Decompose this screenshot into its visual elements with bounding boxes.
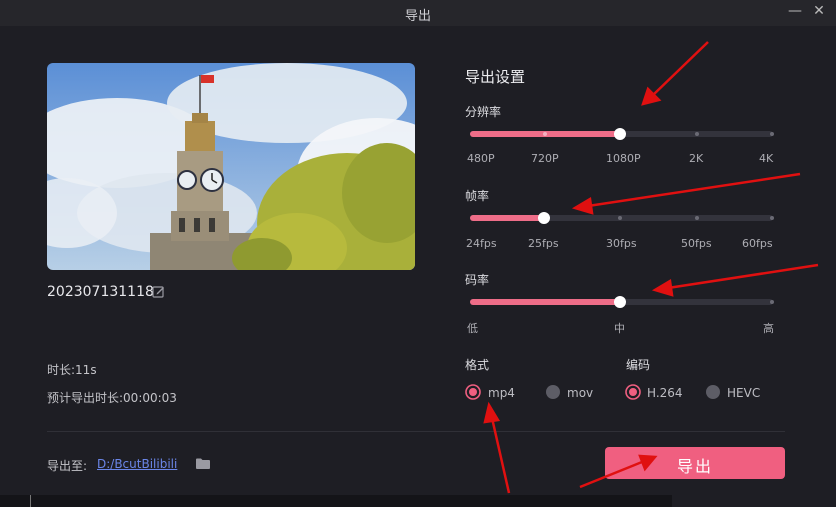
radio-mov[interactable]	[545, 384, 561, 400]
resolution-slider-handle[interactable]	[614, 128, 626, 140]
title-bar: 导出 — ✕	[0, 0, 836, 26]
close-icon[interactable]: ✕	[812, 3, 826, 19]
export-button-label: 导出	[676, 457, 713, 476]
slider-stop	[770, 216, 774, 220]
framerate-label: 帧率	[465, 189, 490, 203]
tick-1080p: 1080P	[606, 152, 641, 165]
tick-2k: 2K	[689, 152, 704, 165]
format-label: 格式	[465, 358, 490, 372]
slider-stop	[770, 300, 774, 304]
tick-4k: 4K	[759, 152, 774, 165]
option-hevc[interactable]: HEVC	[727, 386, 760, 400]
tick-30fps: 30fps	[606, 237, 637, 250]
export-path-link[interactable]: D:/BcutBilibili	[97, 457, 177, 471]
framerate-slider-handle[interactable]	[538, 212, 550, 224]
tick-24fps: 24fps	[466, 237, 497, 250]
framerate-slider[interactable]	[470, 212, 774, 224]
slider-stop	[618, 216, 622, 220]
tick-50fps: 50fps	[681, 237, 712, 250]
radio-mp4[interactable]	[465, 384, 481, 400]
codec-label: 编码	[626, 358, 651, 372]
export-to-label: 导出至:	[47, 459, 88, 473]
resolution-slider[interactable]	[470, 128, 774, 140]
resolution-label: 分辨率	[465, 105, 502, 119]
radio-h264[interactable]	[625, 384, 641, 400]
window-title: 导出	[404, 9, 431, 24]
slider-stop	[543, 132, 547, 136]
radio-hevc[interactable]	[705, 384, 721, 400]
option-mov[interactable]: mov	[567, 386, 593, 400]
minimize-icon[interactable]: —	[788, 3, 802, 19]
timeline-caret	[30, 495, 31, 507]
tick-480p: 480P	[467, 152, 495, 165]
bitrate-slider-handle[interactable]	[614, 296, 626, 308]
bitrate-label: 码率	[465, 273, 490, 287]
option-mp4[interactable]: mp4	[488, 386, 515, 400]
video-preview-thumbnail	[47, 63, 415, 270]
duration-text: 时长:11s	[47, 363, 97, 377]
slider-stop	[695, 132, 699, 136]
video-filename: 202307131118	[47, 284, 154, 300]
tick-25fps: 25fps	[528, 237, 559, 250]
tick-medium: 中	[614, 322, 625, 335]
tick-low: 低	[467, 322, 478, 335]
framerate-slider-fill	[470, 215, 544, 221]
tick-720p: 720P	[531, 152, 559, 165]
bitrate-slider[interactable]	[470, 296, 774, 308]
tick-high: 高	[763, 322, 774, 335]
clock-tower-photo	[47, 63, 415, 270]
slider-stop	[695, 216, 699, 220]
editor-background-strip	[0, 495, 836, 507]
side-panel-edge	[672, 495, 836, 507]
export-settings-title: 导出设置	[465, 68, 526, 86]
bitrate-slider-fill	[470, 299, 620, 305]
export-button[interactable]: 导出	[605, 447, 785, 479]
pencil-edit-icon[interactable]	[152, 285, 165, 298]
tick-60fps: 60fps	[742, 237, 773, 250]
divider	[47, 431, 785, 432]
slider-stop	[770, 132, 774, 136]
folder-icon[interactable]	[196, 458, 210, 469]
estimated-export-time: 预计导出时长:00:00:03	[47, 391, 177, 405]
option-h264[interactable]: H.264	[647, 386, 683, 400]
